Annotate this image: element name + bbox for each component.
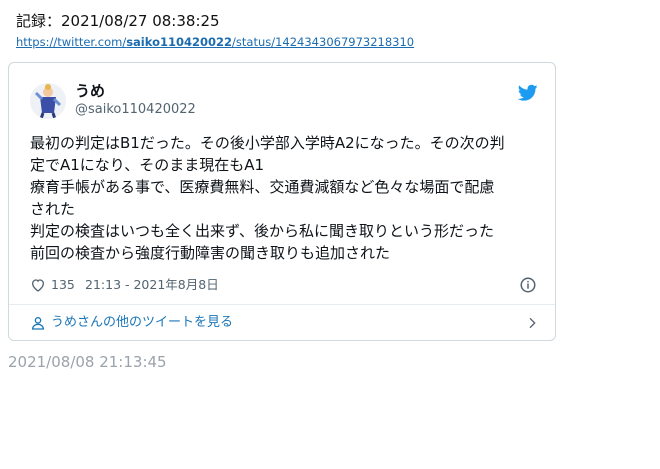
chevron-right-icon — [529, 317, 536, 329]
tweet-line: 療育手帳がある事で、医療費無料、交通費減額など色々な場面で配慮 — [30, 178, 495, 196]
more-tweets-link[interactable]: うめさんの他のツイートを見る — [30, 313, 540, 333]
user-handle[interactable]: @saiko110420022 — [75, 101, 196, 119]
tweet-line: 定でA1になり、そのまま現在もA1 — [30, 156, 265, 174]
tweet-line: された — [30, 200, 76, 218]
tweet-time[interactable]: 21:13 - 2021年8月8日 — [85, 275, 219, 295]
tweet-line: 最初の判定はB1だった。その後小学部入学時A2になった。その次の判 — [30, 134, 505, 152]
card-divider — [9, 304, 555, 305]
like-count[interactable]: 135 — [51, 275, 75, 295]
record-timestamp: 記録：2021/08/27 08:38:25 — [16, 12, 220, 30]
person-icon — [31, 317, 45, 330]
info-icon[interactable] — [519, 276, 537, 294]
url-suffix: /status/1424343067973218310 — [232, 35, 415, 49]
heart-icon[interactable] — [30, 277, 46, 293]
avatar[interactable] — [30, 83, 66, 119]
twitter-bird-icon[interactable] — [518, 84, 538, 102]
source-url-link[interactable]: https://twitter.com/saiko110420022/statu… — [16, 34, 414, 50]
more-tweets-label: うめさんの他のツイートを見る — [51, 315, 234, 330]
tweet-card: うめ @saiko110420022 最初の判定はB1だった。その後小学部入学時… — [8, 62, 556, 341]
archived-timestamp: 2021/08/08 21:13:45 — [8, 353, 167, 371]
display-name[interactable]: うめ — [75, 81, 105, 101]
url-prefix: https://twitter.com/ — [16, 35, 127, 49]
tweet-text: 最初の判定はB1だった。その後小学部入学時A2になった。その次の判 定でA1にな… — [30, 132, 540, 264]
tweet-line: 前回の検査から強度行動障害の聞き取りも追加された — [30, 244, 391, 262]
url-user: saiko110420022 — [126, 35, 233, 49]
tweet-line: 判定の検査はいつも全く出来ず、後から私に聞き取りという形だった — [30, 222, 494, 240]
